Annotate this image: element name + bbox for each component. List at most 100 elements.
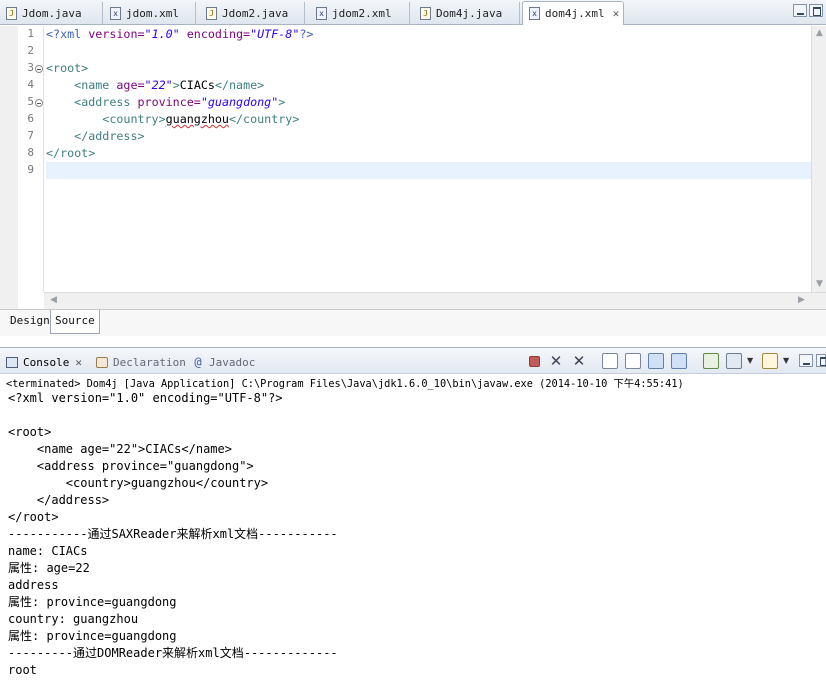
console-line: 属性: age=22 (8, 561, 90, 575)
display-console-icon[interactable] (726, 353, 742, 369)
editor-ruler (0, 26, 18, 309)
tab-label: Console (23, 355, 70, 369)
tab-dom4j-xml[interactable]: x dom4j.xml ✕ (522, 1, 624, 25)
xml-tag: </root> (46, 146, 96, 160)
console-line: <address province="guangdong"> (8, 459, 254, 473)
scroll-lock-icon[interactable] (625, 353, 641, 369)
tab-jdom2-xml[interactable]: x jdom2.xml (310, 2, 410, 25)
tab-jdom-java[interactable]: J Jdom.java (0, 2, 103, 25)
java-file-icon: J (420, 7, 431, 20)
code-area[interactable]: <?xml version="1.0" encoding="UTF-8"?> <… (46, 26, 811, 292)
tab-jdom2-java[interactable]: J Jdom2.java (200, 2, 305, 25)
current-line-highlight (46, 162, 811, 179)
tab-javadoc[interactable]: @ Javadoc (192, 351, 255, 373)
line-number: 9 (27, 163, 34, 176)
console-line: 属性: province=guangdong (8, 595, 177, 609)
xml-tag: </address> (74, 129, 145, 143)
java-file-icon: J (6, 7, 17, 20)
process-status: <terminated> Dom4j [Java Application] C:… (6, 378, 684, 390)
xml-tag: <name (74, 78, 117, 92)
tab-console[interactable]: Console ✕ (6, 351, 82, 373)
console-line: <country>guangzhou</country> (8, 476, 269, 490)
code-line: <root> (46, 60, 88, 77)
tab-jdom-xml[interactable]: x jdom.xml (104, 2, 196, 25)
horizontal-scrollbar[interactable]: ◀ ▶ (44, 292, 826, 309)
console-line: <?xml version="1.0" encoding="UTF-8"?> (8, 391, 283, 405)
scroll-right-icon[interactable]: ▶ (794, 293, 809, 308)
maximize-icon[interactable] (816, 354, 826, 367)
scroll-up-icon[interactable]: ▲ (812, 26, 826, 41)
xml-value: "1.0" (144, 27, 180, 41)
tab-source[interactable]: Source (50, 310, 100, 334)
console-line: -----------通过SAXReader来解析xml文档----------… (8, 527, 338, 541)
xml-value: "guangdong" (200, 95, 279, 109)
console-line: country: guangzhou (8, 612, 139, 626)
console-output[interactable]: <terminated> Dom4j [Java Application] C:… (0, 374, 826, 692)
remove-launch-icon[interactable]: ✕ (548, 353, 564, 369)
tab-label: Javadoc (209, 355, 256, 369)
java-file-icon: J (206, 7, 217, 20)
xml-declaration: <?xml (46, 27, 89, 41)
console-icon (6, 356, 18, 368)
terminate-icon[interactable] (529, 356, 540, 367)
xml-tag: <country> (102, 112, 166, 126)
editor-mode-tabs: Design Source (0, 309, 826, 336)
fold-collapse-icon[interactable] (35, 99, 43, 107)
editor-tab-bar: J Jdom.java x jdom.xml J Jdom2.java x jd… (0, 0, 826, 25)
code-line: <address province="guangdong"> (46, 94, 285, 111)
xml-attribute: encoding= (179, 27, 251, 41)
fold-collapse-icon[interactable] (35, 65, 43, 73)
line-number: 7 (27, 129, 34, 142)
remove-all-terminated-icon[interactable]: ✕ (571, 353, 587, 369)
line-number: 6 (27, 112, 34, 125)
console-line: <name age="22">CIACs</name> (8, 442, 232, 456)
clear-console-icon[interactable] (602, 353, 618, 369)
line-number: 8 (27, 146, 34, 159)
xml-attribute: province= (137, 95, 201, 109)
xml-file-icon: x (529, 7, 540, 20)
xml-editor[interactable]: 1 2 3 4 5 6 7 8 9 <?xml version="1.0" en… (0, 26, 826, 309)
scroll-left-icon[interactable]: ◀ (46, 293, 61, 308)
tab-label: Dom4j.java (436, 7, 503, 20)
xml-tag: </name> (214, 78, 265, 92)
line-number: 3 (27, 61, 34, 74)
tab-design[interactable]: Design (6, 310, 54, 334)
minimize-icon[interactable] (799, 354, 813, 367)
vertical-scrollbar[interactable]: ▲ ▼ (811, 26, 826, 292)
tab-label: Jdom.java (22, 7, 82, 20)
scroll-down-icon[interactable]: ▼ (812, 277, 826, 292)
console-line: </root> (8, 510, 59, 524)
close-icon[interactable]: ✕ (75, 356, 82, 369)
maximize-icon[interactable] (809, 4, 823, 17)
xml-file-icon: x (316, 7, 327, 20)
open-console-icon[interactable] (762, 353, 778, 369)
tab-dom4j-java[interactable]: J Dom4j.java (414, 2, 520, 25)
console-line: <root> (8, 425, 52, 439)
xml-tag: </country> (228, 112, 300, 126)
show-on-error-icon[interactable] (671, 353, 687, 369)
xml-value: "UTF-8" (250, 27, 300, 41)
console-view-toolbar: Console ✕ Declaration @ Javadoc ✕ ✕ ▼ ▼ (0, 347, 826, 374)
code-line: <name age="22">CIACs</name> (46, 77, 264, 94)
console-line: name: CIACs (8, 544, 88, 558)
close-icon[interactable]: ✕ (613, 7, 620, 20)
chevron-down-icon[interactable]: ▼ (783, 356, 789, 365)
chevron-down-icon[interactable]: ▼ (747, 356, 753, 365)
xml-tag: <root> (46, 61, 89, 75)
line-number: 5 (27, 95, 34, 108)
pin-console-icon[interactable] (703, 353, 719, 369)
xml-value: "22" (144, 78, 173, 92)
console-line: ---------通过DOMReader来解析xml文档------------… (8, 646, 338, 660)
minimize-icon[interactable] (793, 4, 807, 17)
xml-text: CIACs (179, 78, 215, 92)
tab-label: Jdom2.java (222, 7, 289, 20)
tab-declaration[interactable]: Declaration (96, 351, 186, 373)
xml-attribute: age= (116, 78, 145, 92)
xml-tag: > (172, 78, 180, 92)
console-line: root (8, 663, 37, 677)
show-on-output-icon[interactable] (648, 353, 664, 369)
console-line: 属性: province=guangdong (8, 629, 177, 643)
code-line: </root> (46, 145, 95, 162)
